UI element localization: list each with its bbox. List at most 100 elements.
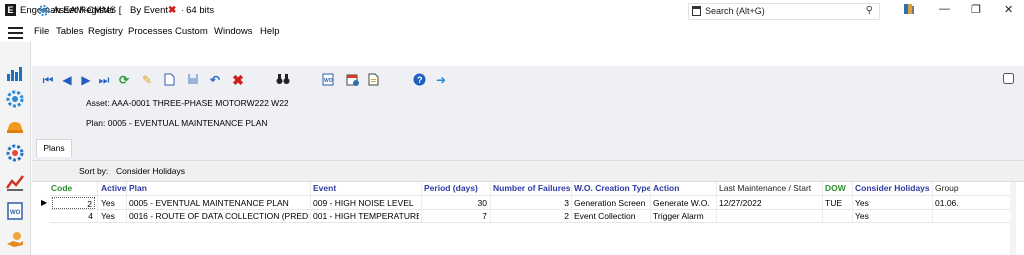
cell-dow[interactable]: TUE — [825, 197, 842, 209]
column-header-consider-holidays[interactable]: Consider Holidays — [855, 182, 930, 194]
column-header-failures[interactable]: Number of Failures — [493, 182, 570, 194]
gear-process-icon[interactable] — [6, 144, 24, 162]
cell-wo-type[interactable]: Event Collection — [574, 210, 635, 222]
column-header-period[interactable]: Period (days) — [424, 182, 478, 194]
theme-icon[interactable] — [903, 3, 915, 18]
tab-plans[interactable]: Plans — [36, 139, 72, 157]
plan-info: Plan: 0005 - EVENTUAL MAINTENANCE PLAN — [86, 118, 268, 128]
cell-period[interactable]: 7 — [424, 210, 487, 222]
tab-asset-register-label: Asset Register — [53, 5, 115, 16]
next-record-icon[interactable]: ▶ — [79, 73, 93, 87]
menu-processes[interactable]: Processes — [128, 26, 172, 37]
search-icon[interactable]: ⚲ — [866, 5, 873, 16]
cell-wo-type[interactable]: Generation Screen — [574, 197, 645, 209]
hand-money-icon[interactable] — [6, 230, 24, 248]
column-divider — [571, 182, 572, 222]
menu-bar: File Tables Registry Processes Custom Wi… — [0, 23, 1024, 41]
minimize-icon[interactable]: — — [939, 3, 950, 15]
tab-by-event[interactable]: By Event ✖ — [122, 0, 182, 22]
cell-failures[interactable]: 3 — [493, 197, 569, 209]
asset-info: Asset: AAA-0001 THREE-PHASE MOTORW222 W2… — [86, 98, 289, 108]
cell-active[interactable]: Yes — [101, 210, 115, 222]
column-header-action[interactable]: Action — [653, 182, 679, 194]
settings-gear-icon[interactable] — [6, 90, 24, 108]
cell-last-maintenance[interactable]: 12/27/2022 — [719, 197, 762, 209]
menu-help[interactable]: Help — [260, 26, 280, 37]
cell-active[interactable]: Yes — [101, 197, 115, 209]
menu-tables[interactable]: Tables — [56, 26, 83, 37]
column-header-plan[interactable]: Plan — [129, 182, 147, 194]
column-header-dow[interactable]: DOW — [825, 182, 846, 194]
cell-period[interactable]: 30 — [424, 197, 487, 209]
menu-custom[interactable]: Custom — [175, 26, 208, 37]
vertical-scrollbar[interactable] — [1010, 182, 1016, 255]
tab-by-event-label: By Event — [130, 5, 169, 16]
work-order-doc-icon[interactable]: WO — [321, 73, 335, 87]
cell-consider-holidays[interactable]: Yes — [855, 210, 869, 222]
cell-failures[interactable]: 2 — [493, 210, 569, 222]
column-header-last-maintenance[interactable]: Last Maintenance / Start — [719, 182, 811, 194]
toggle-checkbox[interactable] — [1001, 73, 1015, 87]
column-header-wo-type[interactable]: W.O. Creation Type — [574, 182, 651, 194]
menu-file[interactable]: File — [34, 26, 49, 37]
close-tab-icon[interactable]: ✖ — [168, 0, 176, 22]
cell-group[interactable]: 01.06. — [935, 197, 959, 209]
helmet-icon[interactable] — [6, 118, 24, 136]
save-icon[interactable] — [186, 73, 200, 87]
column-divider — [421, 182, 422, 222]
svg-text:?: ? — [417, 75, 423, 85]
cell-action[interactable]: Trigger Alarm — [653, 210, 704, 222]
edit-icon[interactable]: ✎ — [140, 73, 154, 87]
work-order-icon[interactable]: WO — [6, 202, 24, 220]
first-record-icon[interactable]: ⏮ — [41, 73, 55, 87]
column-divider — [97, 182, 98, 222]
trend-chart-icon[interactable] — [5, 173, 24, 191]
menu-registry[interactable]: Registry — [88, 26, 123, 37]
svg-text:WO: WO — [10, 210, 21, 216]
column-divider — [932, 182, 933, 222]
last-record-icon[interactable]: ⏭ — [97, 73, 111, 87]
previous-record-icon[interactable]: ◀ — [60, 73, 74, 87]
column-divider — [716, 182, 717, 222]
column-divider — [310, 182, 311, 222]
cell-code[interactable]: 2 — [52, 197, 95, 209]
undo-icon[interactable]: ↶ — [208, 73, 222, 87]
new-document-icon[interactable] — [162, 73, 176, 87]
report-icon[interactable] — [367, 73, 381, 87]
calendar-schedule-icon[interactable] — [345, 73, 359, 87]
column-header-event[interactable]: Event — [313, 182, 336, 194]
tab-asset-register[interactable]: Asset Register — [36, 0, 116, 22]
row-divider — [50, 222, 1010, 223]
row-selector-icon[interactable]: ▶ — [41, 197, 47, 209]
help-icon[interactable]: ? — [412, 73, 426, 87]
global-search[interactable]: Search (Alt+G) ⚲ — [688, 3, 880, 20]
column-divider — [822, 182, 823, 222]
cell-code[interactable]: 4 — [52, 210, 95, 222]
delete-icon[interactable]: ✖ — [231, 73, 245, 87]
column-divider — [852, 182, 853, 222]
column-header-group[interactable]: Group — [935, 182, 959, 194]
cell-event[interactable]: 009 - HIGH NOISE LEVEL — [313, 197, 419, 209]
menu-windows[interactable]: Windows — [214, 26, 253, 37]
header-divider — [50, 195, 1010, 196]
column-header-active[interactable]: Active — [101, 182, 127, 194]
hamburger-menu-icon[interactable] — [8, 27, 23, 39]
app-logo-icon: E — [5, 4, 16, 16]
cell-plan[interactable]: 0016 - ROUTE OF DATA COLLECTION (PREDICT… — [129, 210, 309, 222]
calendar-icon — [692, 6, 701, 16]
column-divider — [650, 182, 651, 222]
asset-chart-icon[interactable] — [6, 64, 24, 82]
sort-value[interactable]: Consider Holidays — [116, 166, 185, 176]
cell-event[interactable]: 001 - HIGH TEMPERATURE — [313, 210, 419, 222]
close-window-icon[interactable]: ✕ — [1004, 3, 1013, 16]
cell-consider-holidays[interactable]: Yes — [855, 197, 869, 209]
column-divider — [126, 182, 127, 222]
refresh-icon[interactable]: ⟳ — [117, 73, 131, 87]
binoculars-icon[interactable] — [276, 73, 290, 87]
cell-action[interactable]: Generate W.O. — [653, 197, 710, 209]
column-header-code[interactable]: Code — [51, 182, 72, 194]
restore-icon[interactable]: ❐ — [971, 3, 981, 16]
export-icon[interactable]: ➜ — [434, 73, 448, 87]
column-divider — [490, 182, 491, 222]
cell-plan[interactable]: 0005 - EVENTUAL MAINTENANCE PLAN — [129, 197, 309, 209]
